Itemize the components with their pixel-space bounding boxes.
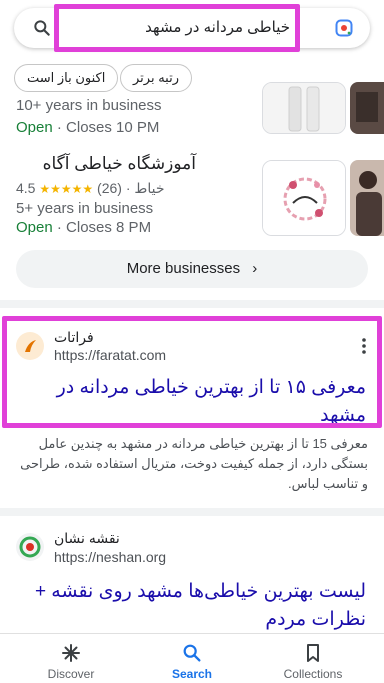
business-years: 5+ years in business: [16, 200, 154, 217]
business-hours: Open · Closes 8 PM: [16, 219, 151, 236]
neshan-logo-icon: [19, 536, 41, 558]
faratat-logo-icon: [25, 340, 36, 352]
search-input[interactable]: خیاطی مردانه در مشهد: [145, 18, 290, 36]
result-site-name: فراتات: [54, 329, 94, 345]
result-url[interactable]: https://faratat.com: [54, 347, 166, 363]
side-photo[interactable]: [350, 160, 384, 236]
chevron-right-icon: ›: [252, 260, 258, 277]
nav-discover-label: Discover: [47, 667, 95, 681]
nav-search-label: Search: [171, 667, 213, 681]
result-title-link[interactable]: لیست بهترین خیاطی‌ها مشهد روی نقشه + نظر…: [16, 578, 366, 634]
rating-value: 4.5: [16, 180, 36, 196]
asterisk-icon: [62, 644, 80, 662]
more-options-icon[interactable]: [356, 336, 372, 356]
site-favicon: [16, 533, 44, 561]
clothes-rack-image: [263, 83, 345, 133]
search-icon: [183, 644, 201, 662]
result-site-name: نقشه نشان: [54, 530, 120, 546]
rating-stars: ★★★★★: [39, 182, 94, 196]
open-status: Open: [16, 219, 53, 236]
side-photo[interactable]: [350, 82, 384, 134]
closing-time: · Closes 8 PM: [52, 219, 152, 236]
chip-open-now[interactable]: اکنون باز است: [14, 64, 119, 92]
section-divider: [0, 508, 384, 516]
side-photo-image: [350, 82, 384, 134]
google-lens-icon[interactable]: [334, 18, 354, 38]
result-title-link[interactable]: معرفی ۱۵ تا از بهترین خیاطی مردانه در مش…: [16, 374, 366, 430]
search-bar[interactable]: خیاطی مردانه در مشهد: [14, 8, 370, 48]
more-businesses-label: More businesses: [126, 260, 241, 277]
business-rating-row: 4.5 ★★★★★ (26) · خیاط: [16, 180, 165, 197]
business-thumbnail[interactable]: [262, 82, 346, 134]
bookmark-icon: [307, 644, 319, 662]
chip-top-rated[interactable]: رتبه برتر: [120, 64, 192, 92]
business-name[interactable]: آموزشگاه خیاطی آگاه: [16, 154, 196, 174]
review-count: (26): [97, 180, 122, 196]
nav-search[interactable]: Search: [137, 642, 247, 681]
bottom-nav: Discover Search Collections: [0, 633, 384, 683]
business-thumbnail[interactable]: [262, 160, 346, 236]
nav-collections-label: Collections: [283, 667, 343, 681]
site-favicon: [16, 332, 44, 360]
logo-image: [263, 161, 345, 235]
open-status: Open: [16, 119, 53, 136]
nav-collections[interactable]: Collections: [258, 642, 368, 681]
result-url[interactable]: https://neshan.org: [54, 549, 166, 565]
business-hours: Open · Closes 10 PM: [16, 119, 159, 136]
result-snippet: معرفی 15 تا از بهترین خیاطی مردانه در مش…: [20, 436, 368, 491]
business-category: · خیاط: [125, 180, 165, 196]
business-years: 10+ years in business: [16, 97, 162, 114]
person-photo: [350, 160, 384, 236]
section-divider: [0, 300, 384, 308]
more-businesses-button[interactable]: More businesses ›: [16, 250, 368, 288]
closing-time: · Closes 10 PM: [52, 119, 160, 136]
search-icon[interactable]: [32, 18, 52, 38]
nav-discover[interactable]: Discover: [16, 642, 126, 681]
